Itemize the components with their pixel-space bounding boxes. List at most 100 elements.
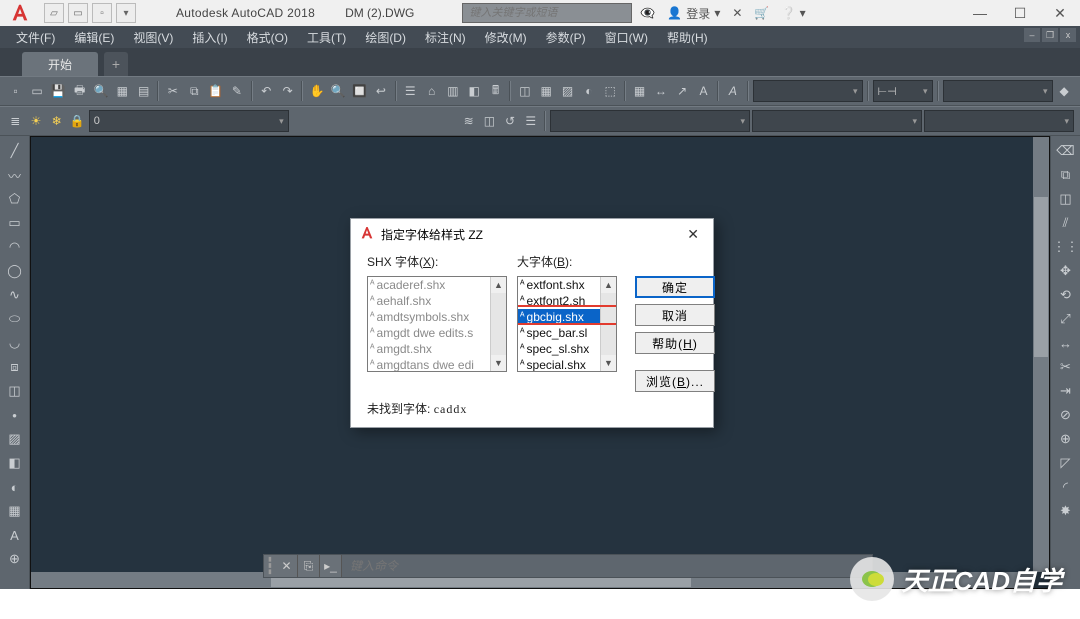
spline-icon[interactable]: ∿	[4, 284, 26, 306]
list-item[interactable]: ᴬamdtsymbols.shx	[368, 309, 506, 325]
menu-help[interactable]: 帮助(H)	[659, 27, 716, 48]
menu-modify[interactable]: 修改(M)	[477, 27, 535, 48]
mdi-restore-icon[interactable]: ❐	[1042, 28, 1058, 42]
ellipsearc-icon[interactable]: ◡	[4, 332, 26, 354]
preview-icon[interactable]: 🔍	[91, 80, 110, 102]
toolpalettes-icon[interactable]: ▥	[443, 80, 462, 102]
mtext-icon[interactable]: A	[723, 80, 742, 102]
qat-open-icon[interactable]: ▭	[68, 3, 88, 23]
properties-icon[interactable]: ☰	[401, 80, 420, 102]
table2-icon[interactable]: ▦	[4, 500, 26, 522]
polygon-icon[interactable]: ⬠	[4, 188, 26, 210]
ellipse-icon[interactable]: ⬭	[4, 308, 26, 330]
print-icon[interactable]: 🖶	[70, 80, 89, 102]
cancel-button[interactable]: 取消	[635, 304, 715, 326]
cmd-grip-icon[interactable]: ┇	[264, 556, 276, 576]
polyline-icon[interactable]: 〰	[4, 164, 26, 186]
layer-combo[interactable]: 0▾	[89, 110, 289, 132]
undo-icon[interactable]: ↶	[257, 80, 276, 102]
match-icon[interactable]: ✎	[227, 80, 246, 102]
sheet-icon[interactable]: ▤	[134, 80, 153, 102]
chamfer-icon[interactable]: ◸	[1055, 452, 1077, 474]
minimize-button[interactable]: —	[960, 0, 1000, 26]
layerstate-icon[interactable]: ☰	[521, 110, 540, 132]
offset-icon[interactable]: ⫽	[1055, 212, 1077, 234]
rectangle-icon[interactable]: ▭	[4, 212, 26, 234]
move-icon[interactable]: ✥	[1055, 260, 1077, 282]
list-item[interactable]: ᴬamgdt dwe edits.s	[368, 325, 506, 341]
menu-dim[interactable]: 标注(N)	[417, 27, 474, 48]
layeron-icon[interactable]: ☀	[27, 110, 46, 132]
layerprev-icon[interactable]: ↺	[501, 110, 520, 132]
zoom-icon[interactable]: 🔍	[329, 80, 348, 102]
table-icon[interactable]: ▦	[537, 80, 556, 102]
list-item[interactable]: ᴬamgdtans dwe edi	[368, 357, 506, 372]
scale-icon[interactable]: ⤢	[1055, 308, 1077, 330]
menu-edit[interactable]: 编辑(E)	[66, 27, 122, 48]
help-icon[interactable]: ❔ ▾	[781, 6, 805, 20]
layeriso-icon[interactable]: ◫	[480, 110, 499, 132]
layermatch-icon[interactable]: ≋	[459, 110, 478, 132]
stretch-icon[interactable]: ↔	[1055, 332, 1077, 354]
text-tool-icon[interactable]: A	[694, 80, 713, 102]
region2-icon[interactable]: ◐	[4, 476, 26, 498]
qat-new-icon[interactable]: ▱	[44, 3, 64, 23]
menu-file[interactable]: 文件(F)	[8, 27, 63, 48]
mdi-close-icon[interactable]: x	[1060, 28, 1076, 42]
browse-button[interactable]: 浏览(B)...	[635, 370, 715, 392]
hatch-icon[interactable]: ▨	[558, 80, 577, 102]
designcenter-icon[interactable]: ⌂	[422, 80, 441, 102]
close-button[interactable]: ✕	[1040, 0, 1080, 26]
binoculars-icon[interactable]: 👁‍🗨	[640, 6, 655, 20]
quickcalc-icon[interactable]: 🖩	[486, 80, 505, 102]
help-button[interactable]: 帮助(H)	[635, 332, 715, 354]
region-icon[interactable]: ◐	[579, 80, 598, 102]
cart-icon[interactable]: 🛒	[754, 6, 769, 20]
menu-draw[interactable]: 绘图(D)	[357, 27, 414, 48]
infocenter-search[interactable]	[462, 3, 632, 23]
copy2-icon[interactable]: ⧉	[1055, 164, 1077, 186]
render-icon[interactable]: ◆	[1055, 80, 1074, 102]
grid-icon[interactable]: ▦	[630, 80, 649, 102]
exchange-icon[interactable]: ✕	[732, 6, 742, 20]
array-icon[interactable]: ⋮⋮	[1055, 236, 1077, 258]
cmd-close-icon[interactable]: ✕	[276, 555, 298, 577]
copy-icon[interactable]: ⧉	[185, 80, 204, 102]
vertical-scrollbar[interactable]	[1033, 137, 1049, 572]
dialog-titlebar[interactable]: 指定字体给样式 ZZ ✕	[351, 219, 713, 249]
line-icon[interactable]: ╱	[4, 140, 26, 162]
publish-icon[interactable]: ▦	[113, 80, 132, 102]
join-icon[interactable]: ⊕	[1055, 428, 1077, 450]
insert-icon[interactable]: ⧈	[4, 356, 26, 378]
menu-tools[interactable]: 工具(T)	[299, 27, 354, 48]
qat-dropdown-icon[interactable]: ▾	[116, 3, 136, 23]
point-icon[interactable]: •	[4, 404, 26, 426]
bigfont-listbox[interactable]: ᴬextfont.shx ᴬextfont2.sh ᴬgbcbig.shx ᴬs…	[517, 276, 617, 372]
layerprops-icon[interactable]: ≣	[6, 110, 25, 132]
cmd-recent-icon[interactable]: ⎘	[298, 555, 320, 577]
menu-param[interactable]: 参数(P)	[538, 27, 594, 48]
dimstyle-combo[interactable]: ⊢⊣▾	[873, 80, 933, 102]
menu-view[interactable]: 视图(V)	[125, 27, 181, 48]
list-item[interactable]: ᴬamgdt.shx	[368, 341, 506, 357]
dialog-close-button[interactable]: ✕	[681, 224, 705, 245]
open-icon[interactable]: ▭	[27, 80, 46, 102]
fillet-icon[interactable]: ◜	[1055, 476, 1077, 498]
menu-format[interactable]: 格式(O)	[239, 27, 296, 48]
maximize-button[interactable]: ☐	[1000, 0, 1040, 26]
hatch2-icon[interactable]: ▨	[4, 428, 26, 450]
menu-insert[interactable]: 插入(I)	[184, 27, 235, 48]
shx-listbox[interactable]: ᴬacaderef.shx ᴬaehalf.shx ᴬamdtsymbols.s…	[367, 276, 507, 372]
addsel-icon[interactable]: ⊕	[4, 548, 26, 570]
makeblock-icon[interactable]: ◫	[4, 380, 26, 402]
zoomwin-icon[interactable]: 🔲	[350, 80, 369, 102]
explode-icon[interactable]: ✸	[1055, 500, 1077, 522]
mtext2-icon[interactable]: A	[4, 524, 26, 546]
layerfreeze-icon[interactable]: ❄	[47, 110, 66, 132]
zoomprev-icon[interactable]: ↩	[371, 80, 390, 102]
layerlock-icon[interactable]: 🔒	[68, 110, 87, 132]
break-icon[interactable]: ⊘	[1055, 404, 1077, 426]
save-icon[interactable]: 💾	[49, 80, 68, 102]
search-input[interactable]	[463, 4, 631, 22]
new-icon[interactable]: ▫	[6, 80, 25, 102]
